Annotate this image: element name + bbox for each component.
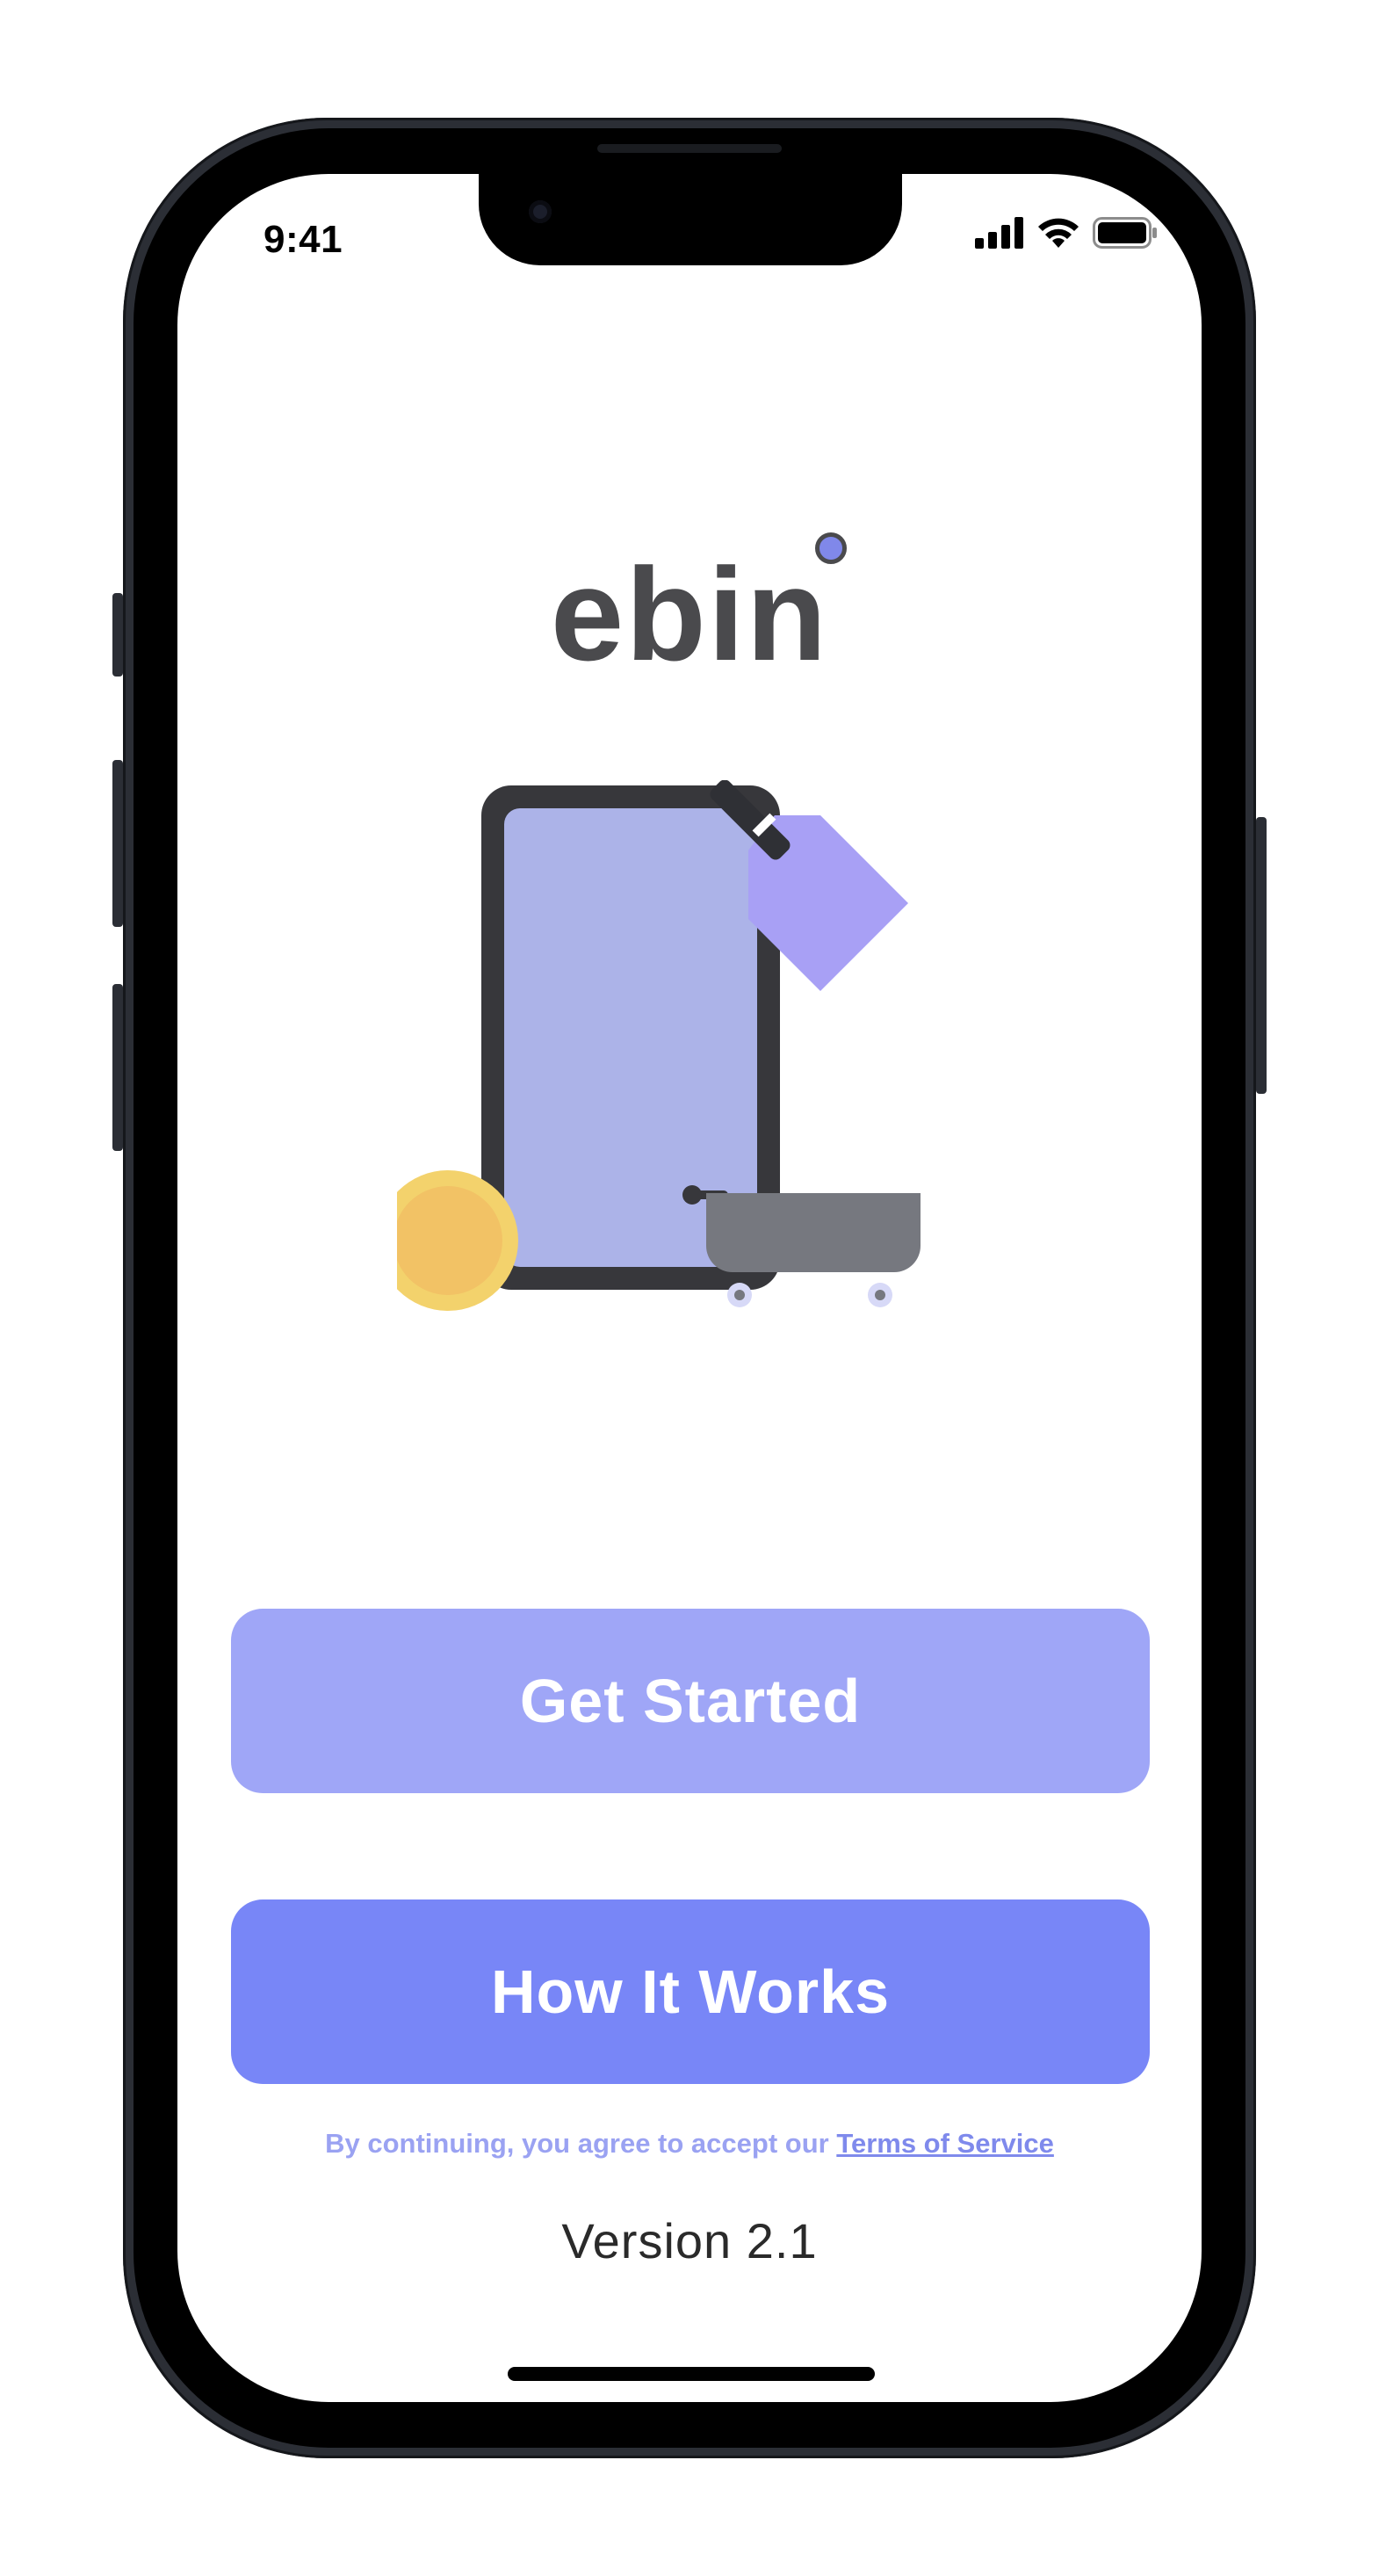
notch [479, 174, 902, 265]
earpiece-speaker [597, 144, 782, 153]
volume-down-button [112, 984, 123, 1151]
power-button [1256, 817, 1267, 1094]
get-started-button[interactable]: Get Started [231, 1609, 1150, 1793]
cellular-signal-icon [975, 217, 1023, 249]
terms-of-service-link[interactable]: Terms of Service [836, 2128, 1054, 2159]
battery-icon [1093, 217, 1157, 249]
app-logo: ebin [550, 540, 829, 688]
device-mockup: 9:41 ebin Get Started How It Works By co… [0, 0, 1379, 2576]
front-camera [529, 200, 552, 223]
silent-switch [112, 593, 123, 677]
app-screen: 9:41 ebin Get Started How It Works By co… [177, 174, 1202, 2402]
terms-notice: By continuing, you agree to accept our T… [177, 2128, 1202, 2160]
wifi-icon [1038, 218, 1079, 248]
logo-dot [815, 532, 847, 564]
how-it-works-button[interactable]: How It Works [231, 1899, 1150, 2084]
version-label: Version 2.1 [561, 2213, 818, 2268]
terms-prefix: By continuing, you agree to accept our [325, 2128, 837, 2159]
home-indicator[interactable] [508, 2367, 875, 2381]
hero-illustration [397, 780, 921, 1311]
status-time: 9:41 [264, 218, 343, 261]
status-icons [975, 216, 1158, 250]
volume-up-button [112, 760, 123, 927]
